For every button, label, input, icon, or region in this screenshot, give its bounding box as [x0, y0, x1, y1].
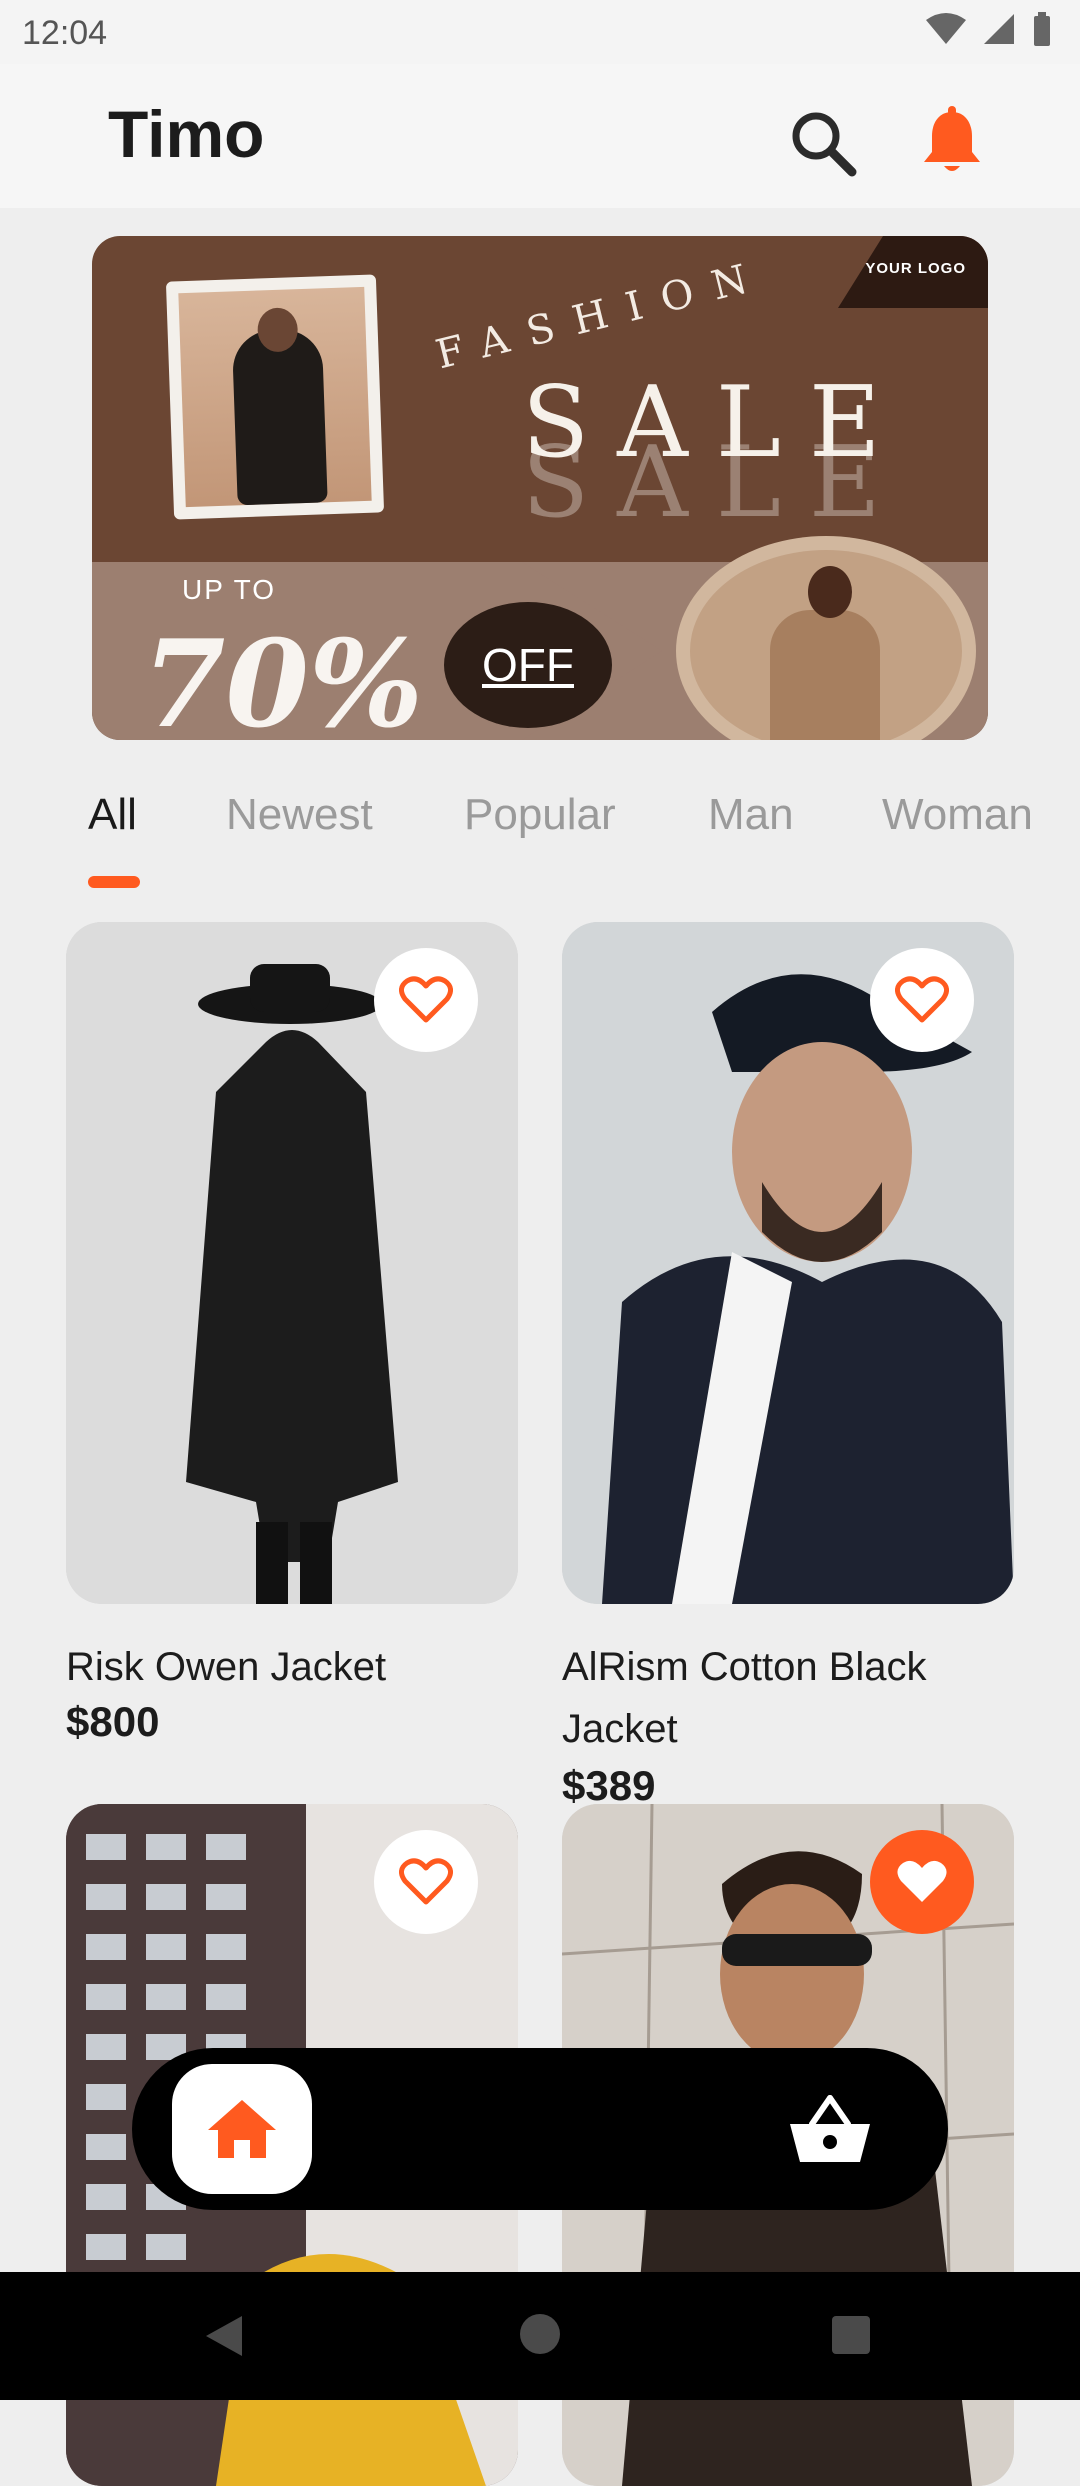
- status-time: 12:04: [22, 14, 108, 52]
- favorite-button-active[interactable]: [870, 1830, 974, 1934]
- search-button[interactable]: [784, 104, 864, 184]
- wifi-icon: [926, 13, 966, 44]
- cart-button[interactable]: [780, 2080, 880, 2180]
- status-bar: 12:04: [0, 0, 1080, 64]
- banner-off-text: OFF: [482, 639, 574, 691]
- banner-model-photo: [165, 274, 385, 520]
- home-circle-icon[interactable]: [520, 2314, 560, 2354]
- banner-off-badge: OFF: [444, 602, 612, 728]
- banner-percent-text: 70%: [142, 614, 424, 740]
- favorite-button[interactable]: [374, 948, 478, 1052]
- product-price: $389: [562, 1762, 656, 1809]
- app-title: Timo: [108, 97, 265, 171]
- heart-icon: [399, 976, 453, 1023]
- category-tabs: All Newest Popular Man Woman: [0, 790, 1080, 890]
- product-name: Risk Owen Jacket: [66, 1645, 387, 1689]
- basket-icon: [790, 2095, 870, 2162]
- bell-icon: [924, 106, 980, 171]
- tab-popular[interactable]: Popular: [464, 790, 616, 840]
- banner-sale-text: SALE: [522, 366, 909, 480]
- home-button[interactable]: [172, 2064, 312, 2194]
- tab-man[interactable]: Man: [708, 790, 794, 840]
- battery-icon: [1034, 12, 1050, 46]
- search-icon: [792, 112, 857, 177]
- banner-upto-text: UP TO: [182, 574, 277, 605]
- recents-icon[interactable]: [832, 2316, 870, 2354]
- favorite-button[interactable]: [374, 1830, 478, 1934]
- status-icons: [926, 12, 1052, 46]
- product-price: $800: [66, 1698, 160, 1745]
- signal-icon: [984, 14, 1014, 44]
- home-icon: [208, 2100, 276, 2158]
- favorite-button[interactable]: [870, 948, 974, 1052]
- promo-banner[interactable]: FASHION SALE SALE YOUR LOGO UP TO 70% OF…: [92, 236, 988, 740]
- tab-newest[interactable]: Newest: [226, 790, 373, 840]
- tab-indicator: [88, 876, 140, 888]
- system-nav-bar: [0, 2272, 1080, 2400]
- notification-button[interactable]: [912, 102, 992, 182]
- tab-woman[interactable]: Woman: [882, 790, 1033, 840]
- bottom-nav: [132, 2048, 948, 2210]
- heart-icon: [895, 976, 949, 1023]
- back-icon[interactable]: [204, 2314, 244, 2358]
- heart-icon: [399, 1858, 453, 1905]
- product-name: AlRism Cotton Black Jacket: [562, 1645, 927, 1751]
- banner-logo-text: YOUR LOGO: [865, 260, 966, 277]
- heart-filled-icon: [897, 1860, 947, 1902]
- app-bar: Timo: [0, 64, 1080, 208]
- tab-all[interactable]: All: [88, 790, 137, 840]
- banner-fashion-text: FASHION: [431, 251, 772, 379]
